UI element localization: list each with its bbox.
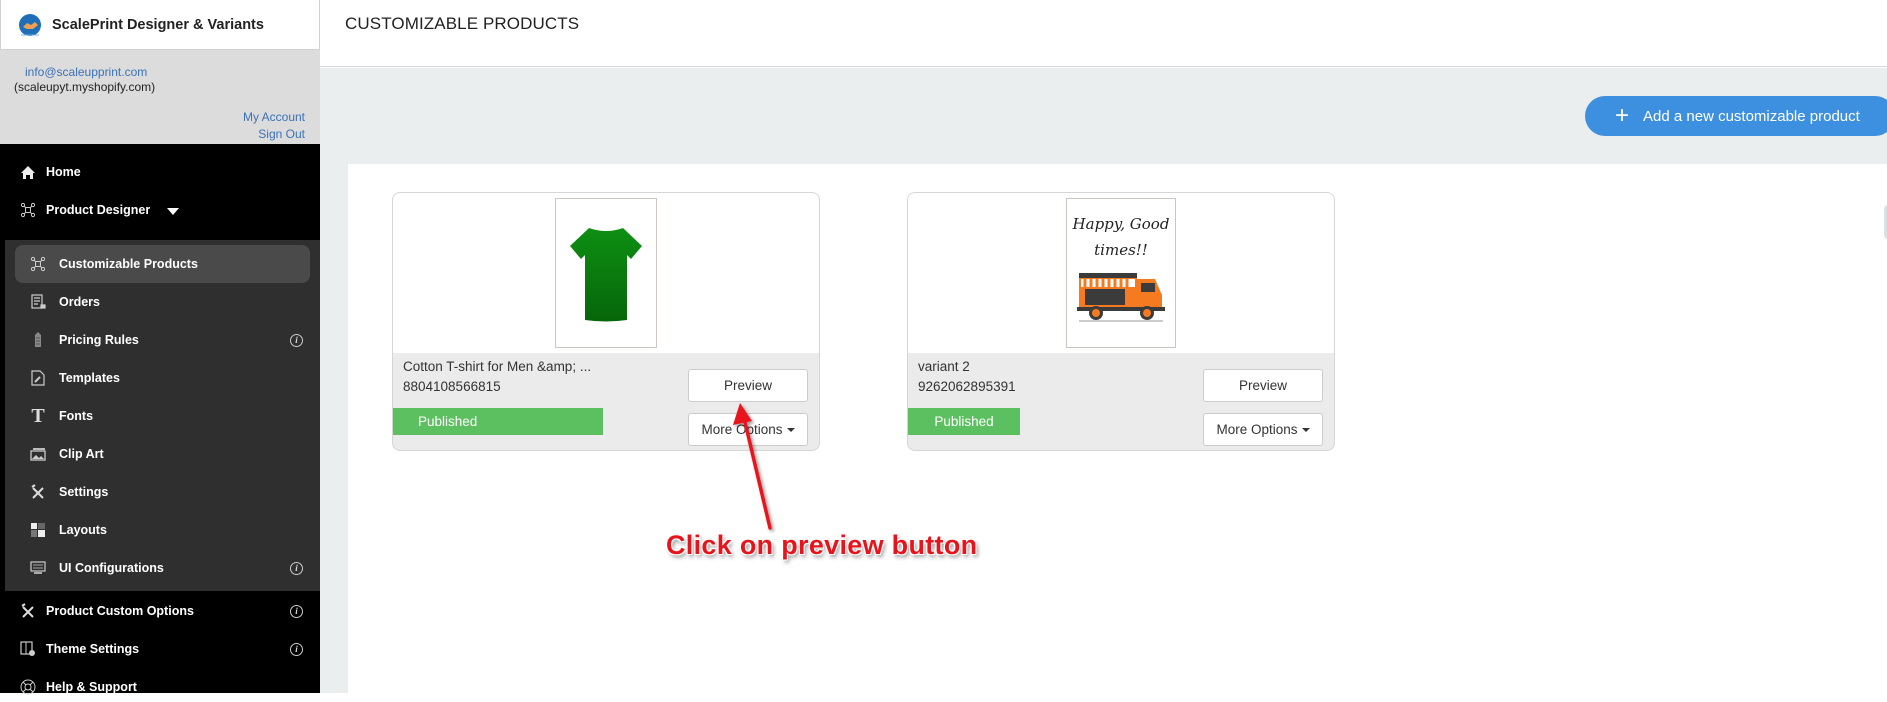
content-gutter bbox=[320, 164, 348, 693]
food-truck-card-image: Happy, Good times!! bbox=[1072, 215, 1170, 322]
status-badge: Published bbox=[908, 408, 1020, 435]
annotation-text: Click on preview button bbox=[666, 530, 978, 560]
sidebar-item-label: Fonts bbox=[59, 409, 94, 423]
lifebuoy-icon bbox=[19, 678, 37, 696]
product-card: Happy, Good times!! variant 2 9262062895… bbox=[907, 192, 1335, 451]
card-text-line-1: Happy, Good bbox=[1072, 215, 1170, 233]
sidebar-item-fonts[interactable]: T Fonts bbox=[15, 397, 310, 435]
app-name: ScalePrint Designer & Variants bbox=[52, 16, 264, 33]
product-image-area: Happy, Good times!! bbox=[908, 193, 1334, 353]
layout-icon bbox=[29, 521, 47, 539]
sidebar-item-label: Product Custom Options bbox=[46, 604, 194, 618]
info-icon[interactable]: i bbox=[290, 604, 303, 618]
price-tag-icon bbox=[29, 331, 47, 349]
sidebar-item-label: Home bbox=[46, 165, 81, 179]
product-designer-submenu: Customizable Products Orders Pricing Rul… bbox=[5, 240, 320, 591]
template-edit-icon bbox=[29, 369, 47, 387]
theme-settings-icon bbox=[19, 640, 37, 658]
more-options-label: More Options bbox=[701, 422, 783, 437]
clipart-icon bbox=[29, 445, 47, 463]
font-icon: T bbox=[31, 404, 45, 427]
sidebar-item-templates[interactable]: Templates bbox=[15, 359, 310, 397]
sidebar-item-label: Pricing Rules bbox=[59, 333, 139, 347]
sidebar-item-label: Settings bbox=[59, 485, 109, 499]
caret-down-icon bbox=[1301, 427, 1310, 432]
network-icon bbox=[29, 255, 47, 273]
page-header: CUSTOMIZABLE PRODUCTS bbox=[320, 0, 1887, 67]
sidebar-item-label: Customizable Products bbox=[59, 257, 198, 271]
sidebar-item-theme-settings[interactable]: Theme Settings i bbox=[0, 634, 320, 664]
caret-down-icon bbox=[786, 427, 795, 432]
product-id: 9262062895391 bbox=[918, 379, 1016, 394]
more-options-dropdown[interactable]: More Options bbox=[688, 413, 808, 446]
sidebar-item-label: Clip Art bbox=[59, 447, 104, 461]
status-badge: Published bbox=[393, 408, 603, 435]
shop-domain: (scaleupyt.myshopify.com) bbox=[14, 80, 156, 94]
sidebar-item-label: UI Configurations bbox=[59, 561, 164, 575]
sidebar-item-home[interactable]: Home bbox=[0, 157, 320, 187]
product-name: Cotton T-shirt for Men &amp; ... bbox=[403, 359, 592, 374]
info-icon[interactable]: i bbox=[290, 642, 303, 656]
sign-out-link[interactable]: Sign Out bbox=[258, 127, 305, 141]
product-thumbnail[interactable]: Happy, Good times!! bbox=[1066, 198, 1176, 348]
card-text-line-2: times!! bbox=[1094, 241, 1148, 259]
product-card: Cotton T-shirt for Men &amp; ... 8804108… bbox=[392, 192, 820, 451]
sidebar-item-label: Help & Support bbox=[46, 680, 137, 694]
add-customizable-product-button[interactable]: + Add a new customizable product bbox=[1585, 96, 1887, 136]
orders-icon bbox=[29, 293, 47, 311]
account-panel: info@scaleupprint.com (scaleupyt.myshopi… bbox=[0, 50, 320, 144]
product-thumbnail[interactable] bbox=[555, 198, 657, 348]
sidebar-item-help-support[interactable]: Help & Support bbox=[0, 672, 320, 702]
add-button-label: Add a new customizable product bbox=[1643, 107, 1860, 125]
sidebar-item-label: Orders bbox=[59, 295, 100, 309]
page-title: CUSTOMIZABLE PRODUCTS bbox=[345, 14, 580, 33]
sidebar-item-product-custom-options[interactable]: Product Custom Options i bbox=[0, 596, 320, 626]
tools-icon bbox=[19, 602, 37, 620]
sidebar-item-label: Theme Settings bbox=[46, 642, 140, 656]
more-options-dropdown[interactable]: More Options bbox=[1203, 413, 1323, 446]
sidebar-item-clip-art[interactable]: Clip Art bbox=[15, 435, 310, 473]
sidebar: ScalePrint Designer & Variants info@scal… bbox=[0, 0, 320, 695]
product-id: 8804108566815 bbox=[403, 379, 501, 394]
sidebar-item-settings[interactable]: Settings bbox=[15, 473, 310, 511]
home-icon bbox=[19, 163, 37, 181]
sidebar-item-orders[interactable]: Orders bbox=[15, 283, 310, 321]
sidebar-item-layouts[interactable]: Layouts bbox=[15, 511, 310, 549]
sidebar-item-ui-configurations[interactable]: UI Configurations i bbox=[15, 549, 310, 587]
preview-button[interactable]: Preview bbox=[1203, 369, 1323, 402]
green-tshirt-image bbox=[570, 228, 642, 322]
my-account-link[interactable]: My Account bbox=[243, 110, 305, 124]
sidebar-item-label: Product Designer bbox=[46, 203, 151, 217]
product-image-area bbox=[393, 193, 819, 353]
account-email-link[interactable]: info@scaleupprint.com bbox=[25, 65, 147, 79]
info-icon[interactable]: i bbox=[290, 561, 303, 575]
sidebar-item-pricing-rules[interactable]: Pricing Rules i bbox=[15, 321, 310, 359]
network-icon bbox=[19, 201, 37, 219]
tools-icon bbox=[29, 483, 47, 501]
preview-button[interactable]: Preview bbox=[688, 369, 808, 402]
chevron-down-icon[interactable] bbox=[167, 208, 179, 215]
sidebar-item-label: Templates bbox=[59, 371, 120, 385]
info-icon[interactable]: i bbox=[290, 333, 303, 347]
ui-config-icon bbox=[29, 559, 47, 577]
product-name: variant 2 bbox=[918, 359, 970, 374]
scaleprint-logo-icon bbox=[19, 13, 41, 36]
more-options-label: More Options bbox=[1216, 422, 1298, 437]
sidebar-item-product-designer[interactable]: Product Designer bbox=[0, 195, 320, 225]
sidebar-item-customizable-products[interactable]: Customizable Products bbox=[15, 245, 310, 283]
app-brand[interactable]: ScalePrint Designer & Variants bbox=[0, 0, 320, 50]
sidebar-item-label: Layouts bbox=[59, 523, 107, 537]
plus-icon: + bbox=[1615, 102, 1630, 129]
